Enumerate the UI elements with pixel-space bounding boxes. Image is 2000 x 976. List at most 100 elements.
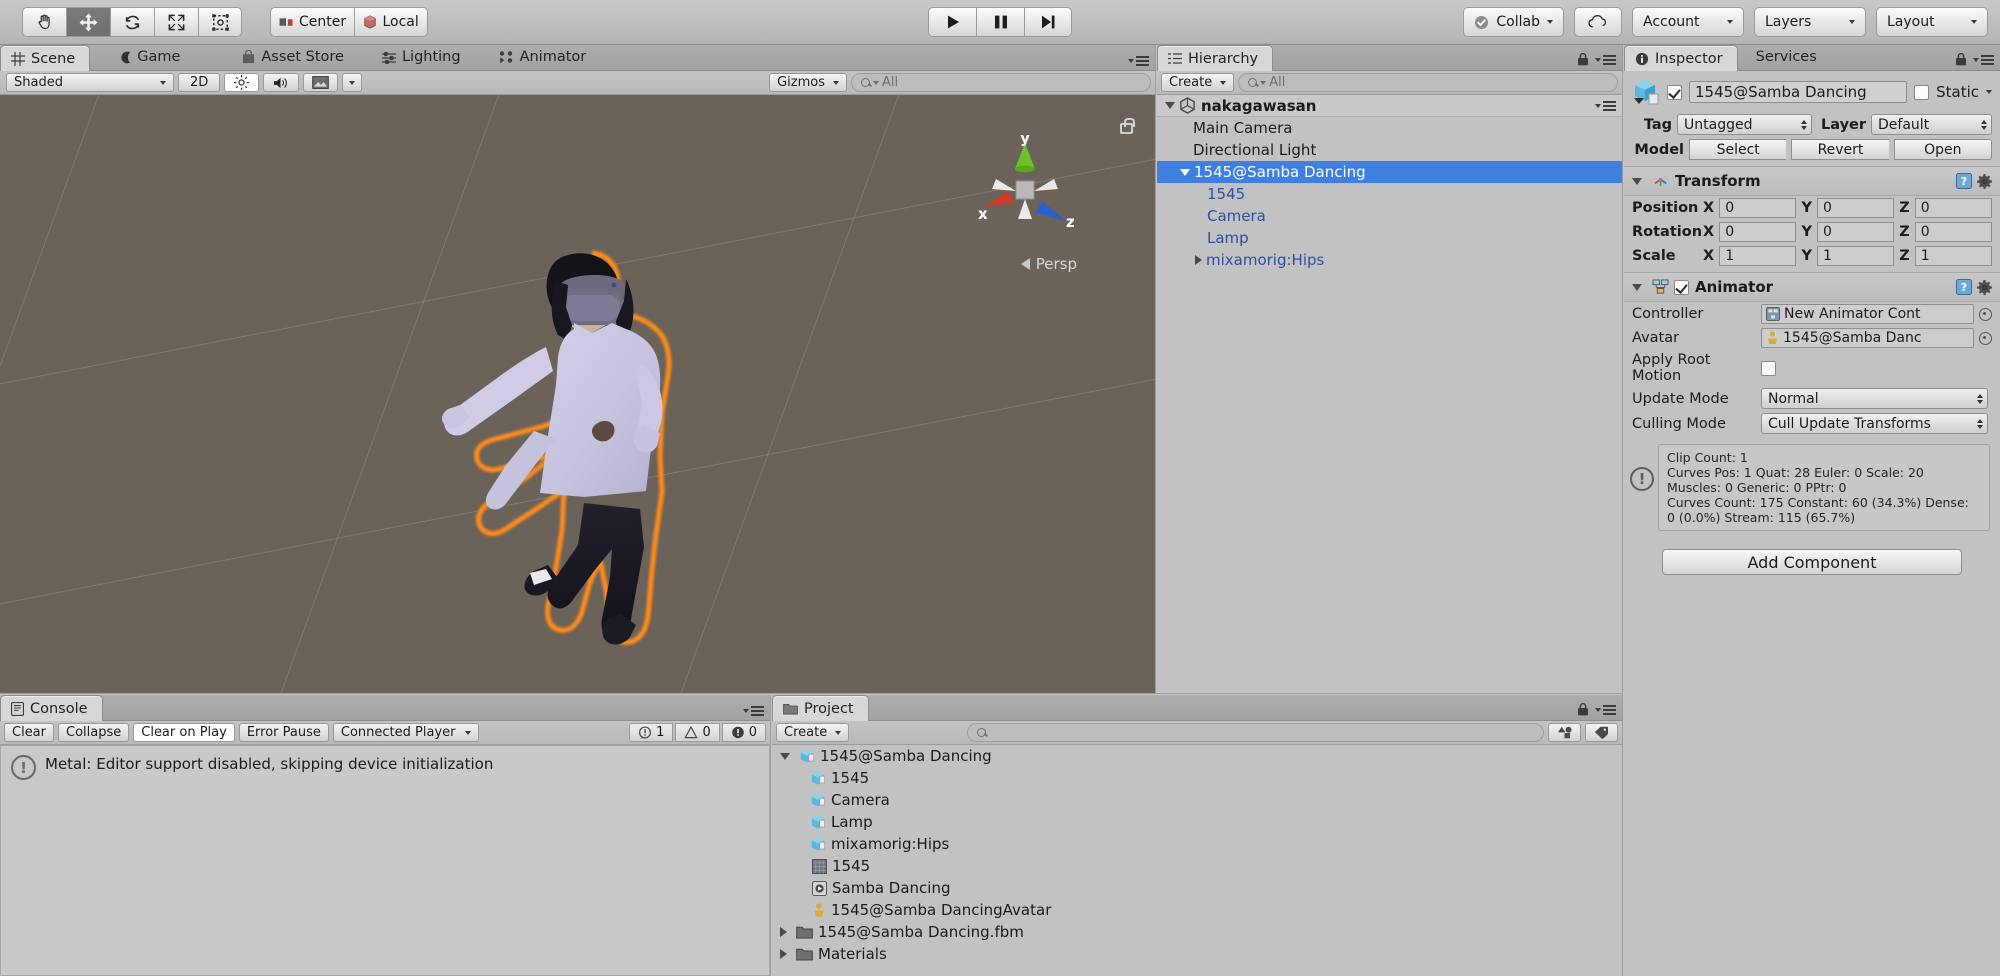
project-item-dancing-avatar[interactable]: 1545@Samba DancingAvatar [772,899,1622,921]
project-item-1545-prefab[interactable]: 1545 [772,767,1622,789]
rotation-z-field[interactable]: 0 [1914,222,1992,242]
hierarchy-search-input[interactable]: All [1238,73,1618,92]
hierarchy-inspector-splitter[interactable] [1622,45,1623,976]
scale-tool-button[interactable] [154,7,198,37]
collapse-arrow-icon[interactable] [1632,177,1642,185]
console-menu-icon[interactable] [743,706,764,716]
add-component-button[interactable]: Add Component [1662,549,1962,575]
scene-context-menu-icon[interactable] [1595,100,1616,111]
space-mode-button[interactable]: Local [354,7,429,37]
scale-y-field[interactable]: 1 [1816,246,1895,266]
tab-asset-store[interactable]: Asset Store [232,44,358,70]
project-filter-label-button[interactable] [1585,723,1618,742]
console-log-list[interactable]: ! Metal: Editor support disabled, skippi… [0,745,770,976]
project-create-button[interactable]: Create [776,723,850,742]
rect-tool-button[interactable] [198,7,242,37]
tab-lighting[interactable]: Lighting [372,44,475,70]
scene-fx-dropdown[interactable] [342,73,363,92]
rotation-x-field[interactable]: 0 [1719,222,1797,242]
settings-gear-icon[interactable] [1977,279,1992,295]
scene-search-input[interactable]: All [851,73,1151,92]
pause-button[interactable] [976,7,1024,37]
hierarchy-item-1545[interactable]: 1545 [1157,183,1622,205]
object-name-field[interactable]: 1545@Samba Dancing [1689,81,1908,103]
expand-arrow-icon[interactable] [1195,255,1202,265]
tab-game[interactable]: Game [108,44,194,70]
hierarchy-create-button[interactable]: Create [1161,73,1235,92]
rotate-tool-button[interactable] [110,7,154,37]
object-enabled-checkbox[interactable] [1667,84,1682,100]
gizmos-dropdown[interactable]: Gizmos [769,73,847,92]
collapse-arrow-icon[interactable] [1632,283,1642,291]
layers-button[interactable]: Layers [1754,7,1866,37]
help-icon[interactable]: ? [1956,279,1972,295]
expand-arrow-icon[interactable] [1180,168,1190,176]
move-tool-button[interactable] [66,7,110,37]
console-clear-button[interactable]: Clear [4,723,54,742]
projection-mode-label[interactable]: Persp [1020,255,1077,273]
tab-project[interactable]: Project [772,695,869,721]
project-item-samba-dancing-clip[interactable]: Samba Dancing [772,877,1622,899]
hierarchy-item-lamp[interactable]: Lamp [1157,227,1622,249]
draw-mode-dropdown[interactable]: Shaded [6,73,174,92]
animator-component-header[interactable]: Animator ? [1624,272,2000,302]
avatar-field[interactable]: 1545@Samba Danc [1761,328,1974,348]
help-icon[interactable]: ? [1956,173,1972,189]
controller-picker-button[interactable] [1979,307,1992,321]
inspector-menu-icon[interactable] [1973,54,1994,65]
transform-component-header[interactable]: Transform ? [1624,166,2000,196]
console-warning-counter[interactable]: 0 [675,723,720,742]
project-menu-icon[interactable] [1595,704,1616,715]
model-open-button[interactable]: Open [1893,139,1992,160]
tab-scene[interactable]: Scene [0,45,91,71]
tab-inspector[interactable]: Inspector [1624,45,1738,71]
tab-console[interactable]: Console [0,695,103,721]
hierarchy-menu-icon[interactable] [1595,54,1616,65]
hand-tool-button[interactable] [22,7,66,37]
project-item-fbm-folder[interactable]: 1545@Samba Dancing.fbm [772,921,1622,943]
scene-orientation-gizmo[interactable]: y x z [970,135,1080,245]
scene-viewport[interactable]: y x z Persp [0,95,1155,693]
console-info-counter[interactable]: 1 [629,723,674,742]
account-button[interactable]: Account [1632,7,1744,37]
position-y-field[interactable]: 0 [1816,198,1895,218]
scene-lighting-toggle[interactable] [224,73,260,92]
project-item-samba-dancing[interactable]: 1545@Samba Dancing [772,745,1622,767]
hierarchy-item-mixamorig-hips[interactable]: mixamorig:Hips [1157,249,1622,271]
layer-dropdown[interactable]: Default [1871,114,1992,135]
project-search-input[interactable] [967,723,1544,742]
hierarchy-item-samba-dancing[interactable]: 1545@Samba Dancing [1157,161,1622,183]
static-caret-icon[interactable] [1986,90,1992,94]
scale-x-field[interactable]: 1 [1719,246,1797,266]
apply-root-motion-checkbox[interactable] [1761,360,1776,376]
lock-icon[interactable] [1577,703,1589,716]
tab-services[interactable]: Services [1746,44,1831,70]
scene-fx-toggle[interactable] [303,73,339,92]
hierarchy-item-camera[interactable]: Camera [1157,205,1622,227]
step-button[interactable] [1024,7,1072,37]
lock-icon[interactable] [1955,53,1967,66]
console-connected-player-dropdown[interactable]: Connected Player [332,723,480,742]
horizontal-splitter[interactable] [0,693,1622,694]
expand-arrow-icon[interactable] [780,927,787,937]
rotation-y-field[interactable]: 0 [1816,222,1895,242]
layout-button[interactable]: Layout [1876,7,1988,37]
tab-hierarchy[interactable]: Hierarchy [1157,45,1274,71]
project-item-materials-folder[interactable]: Materials [772,943,1622,965]
project-item-camera[interactable]: Camera [772,789,1622,811]
position-x-field[interactable]: 0 [1719,198,1797,218]
tag-dropdown[interactable]: Untagged [1677,114,1812,135]
project-filter-type-button[interactable] [1548,723,1581,742]
animator-enabled-checkbox[interactable] [1674,279,1689,295]
lock-icon[interactable] [1577,53,1589,66]
console-error-pause-button[interactable]: Error Pause [238,723,329,742]
tab-animator[interactable]: Animator [489,44,601,70]
scene-hierarchy-splitter[interactable] [1155,45,1156,693]
project-item-1545-mesh[interactable]: 1545 [772,855,1622,877]
model-select-button[interactable]: Select [1689,139,1787,160]
scene-menu-icon[interactable] [1128,56,1149,66]
project-tree[interactable]: 1545@Samba Dancing 1545 Camera Lamp mixa… [772,745,1622,976]
expand-arrow-icon[interactable] [780,752,790,760]
avatar-picker-button[interactable] [1979,331,1992,345]
hierarchy-scene-root[interactable]: nakagawasan [1157,95,1622,117]
